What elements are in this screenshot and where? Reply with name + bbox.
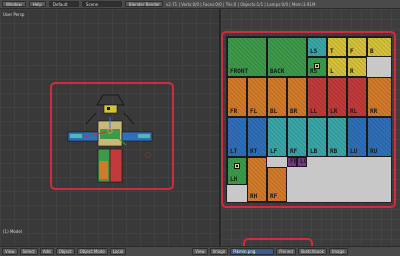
bottom-header-bar: View Select Add Object Object Mode Local… [0, 246, 400, 256]
atlas-tile[interactable]: LC [297, 157, 307, 167]
atlas-tile[interactable]: LH [227, 157, 247, 185]
pinned-toggle[interactable]: Pinned [276, 248, 296, 255]
atlas-tile-label: FR [230, 108, 238, 115]
top-header-bar: Window Help Default Scene Blender Render… [0, 0, 400, 9]
atlas-tile-label: RL [350, 108, 358, 115]
atlas-tile-label: LS [310, 48, 318, 55]
face-icon [234, 163, 240, 169]
atlas-tile[interactable]: LR [327, 77, 347, 117]
texture-atlas[interactable]: FRONT BACK LS T F B RS L R FR FL BL BR LL LR RL RR LT RT LF… [226, 36, 392, 203]
character-model[interactable] [0, 9, 219, 246]
atlas-tile-label: B [370, 48, 374, 55]
render-engine-selector[interactable]: Blender Render [124, 1, 163, 7]
atlas-tile[interactable]: LS [307, 37, 327, 57]
atlas-tile-label: LR [330, 108, 338, 115]
atlas-tile-label: LH [230, 176, 238, 183]
atlas-tile-label: RH [250, 193, 258, 200]
atlas-tile-label: R [350, 68, 354, 75]
atlas-tile-label: FRONT [230, 68, 249, 75]
atlas-tile-label: RT [250, 148, 258, 155]
atlas-tile[interactable]: LB [307, 117, 327, 157]
local-toggle[interactable]: Local [109, 248, 127, 255]
atlas-tile[interactable]: BL [267, 77, 287, 117]
atlas-tile-label: LF [270, 148, 278, 155]
atlas-tile-label: LT [230, 148, 238, 155]
window-menu[interactable]: Window [2, 1, 26, 7]
atlas-tile[interactable]: RR [367, 77, 392, 117]
atlas-tile[interactable]: BR [287, 77, 307, 117]
atlas-tile[interactable]: FRONT [227, 37, 267, 77]
atlas-tile-label: LB [310, 148, 318, 155]
atlas-tile-label: BR [290, 108, 298, 115]
image-menu[interactable]: Image [209, 248, 229, 255]
atlas-tile[interactable]: LT [227, 117, 247, 157]
atlas-tile[interactable]: F [347, 37, 367, 57]
atlas-tile[interactable]: LF [267, 117, 287, 157]
atlas-tile[interactable]: RS [307, 57, 327, 77]
image-menu-2[interactable]: Image [328, 248, 348, 255]
atlas-tile[interactable]: FR [227, 77, 247, 117]
view-menu-3d[interactable]: View [2, 248, 18, 255]
atlas-tile-label: RR [370, 108, 378, 115]
atlas-tile[interactable]: RH [247, 157, 267, 202]
atlas-tile-label: LC [300, 158, 308, 165]
atlas-tile[interactable]: BACK [267, 37, 307, 77]
atlas-tile[interactable]: LL [307, 77, 327, 117]
atlas-tile[interactable]: LU [347, 117, 367, 157]
atlas-tile[interactable]: RB [327, 117, 347, 157]
atlas-tile-label: RU [370, 148, 378, 155]
scene-stats: v2.71 | Verts:0/0 | Faces:0/0 | Tris:0 |… [165, 1, 316, 7]
atlas-tile[interactable]: FL [247, 77, 267, 117]
object-label: (1) Model [3, 229, 22, 234]
atlas-tile-label: F [350, 48, 354, 55]
atlas-tile[interactable]: RU [367, 117, 392, 157]
atlas-tile-label: L [330, 68, 334, 75]
help-menu[interactable]: Help [28, 1, 46, 7]
atlas-tile-label: RF [270, 193, 278, 200]
atlas-tile[interactable]: RF [287, 117, 307, 157]
select-menu[interactable]: Select [19, 248, 38, 255]
atlas-tile-label: FL [250, 108, 258, 115]
image-selector[interactable]: Pikmin.png [230, 248, 275, 255]
atlas-tile[interactable]: T [327, 37, 347, 57]
3d-viewport[interactable]: User Persp (1) Model [0, 9, 219, 246]
face-icon [314, 63, 320, 69]
atlas-tile[interactable]: FE [287, 157, 297, 167]
atlas-tile-label: RF [290, 148, 298, 155]
layout-selector[interactable]: Default [48, 1, 79, 7]
atlas-tile[interactable]: B [367, 37, 392, 57]
atlas-tile[interactable]: RT [247, 117, 267, 157]
atlas-tile[interactable]: RF [267, 167, 287, 202]
atlas-tile-label: T [330, 48, 334, 55]
atlas-tile-label: BACK [270, 68, 285, 75]
atlas-tile-label: LU [350, 148, 358, 155]
view-menu-uv[interactable]: View [192, 248, 208, 255]
scene-selector[interactable]: Scene [81, 1, 122, 7]
mode-selector[interactable]: Object Mode [76, 248, 108, 255]
atlas-tile[interactable]: L [327, 57, 347, 77]
atlas-tile-label: BL [270, 108, 278, 115]
atlas-tile[interactable]: RL [347, 77, 367, 117]
atlas-tile[interactable]: R [347, 57, 367, 77]
atlas-tile-label: RS [310, 68, 318, 75]
add-menu[interactable]: Add [39, 248, 54, 255]
atlas-tile-label: LL [310, 108, 318, 115]
object-menu[interactable]: Object [55, 248, 75, 255]
atlas-tile-label: RB [330, 148, 338, 155]
sketchbook-toggle[interactable]: Sketchbook [297, 248, 327, 255]
